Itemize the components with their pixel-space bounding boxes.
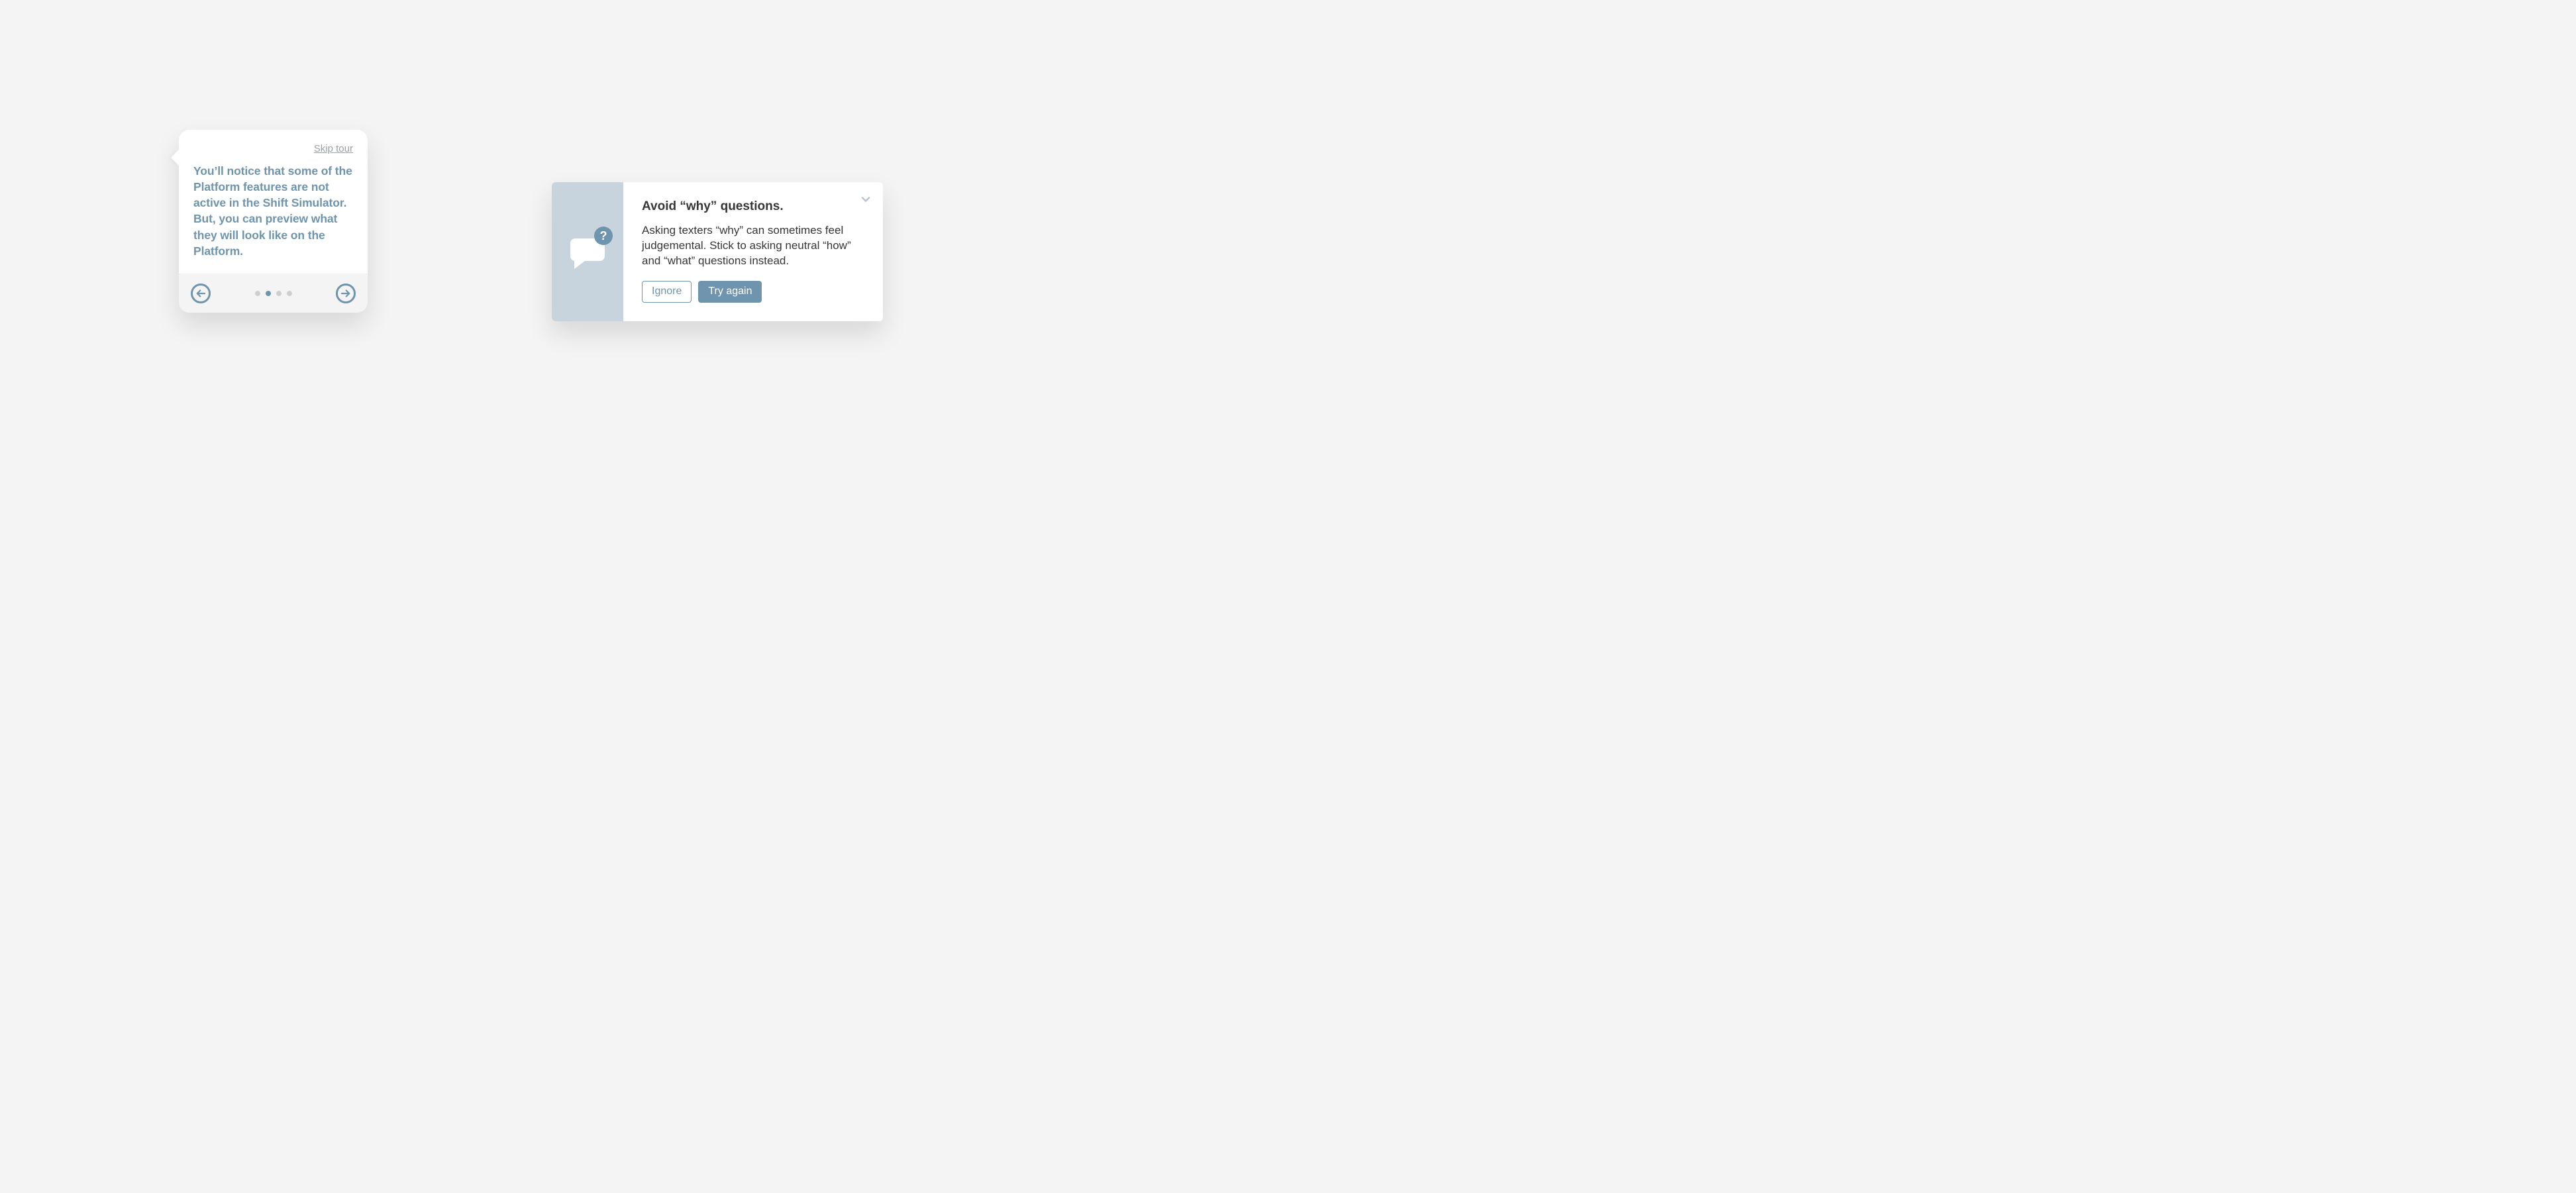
tour-body-text: You’ll notice that some of the Platform … [193,163,353,259]
arrow-left-icon [195,287,207,299]
page-dot[interactable] [287,291,292,296]
next-button[interactable] [336,284,356,303]
tour-tail [171,150,179,166]
collapse-button[interactable] [859,193,872,209]
prev-button[interactable] [191,284,211,303]
skip-row: Skip tour [193,143,353,155]
page-dot[interactable] [266,291,271,296]
page-dot[interactable] [276,291,282,296]
tip-actions: Ignore Try again [642,281,860,303]
try-again-button[interactable]: Try again [698,281,762,303]
tip-title: Avoid “why” questions. [642,199,860,214]
page-dots [255,291,292,296]
chevron-down-icon [859,197,872,209]
question-badge-icon: ? [594,227,613,245]
tour-popover: Skip tour You’ll notice that some of the… [179,130,368,313]
tour-footer [179,274,368,313]
feedback-tip-card: ? Avoid “why” questions. Asking texters … [552,182,883,321]
chat-bubble-icon: ? [566,231,609,273]
arrow-right-icon [340,287,352,299]
page-dot[interactable] [255,291,260,296]
skip-tour-link[interactable]: Skip tour [314,143,353,154]
ignore-button[interactable]: Ignore [642,281,692,303]
tip-icon-rail: ? [552,182,623,321]
tip-body: Avoid “why” questions. Asking texters “w… [623,182,883,321]
tip-description: Asking texters “why” can sometimes feel … [642,223,860,269]
tour-content: Skip tour You’ll notice that some of the… [179,130,368,274]
